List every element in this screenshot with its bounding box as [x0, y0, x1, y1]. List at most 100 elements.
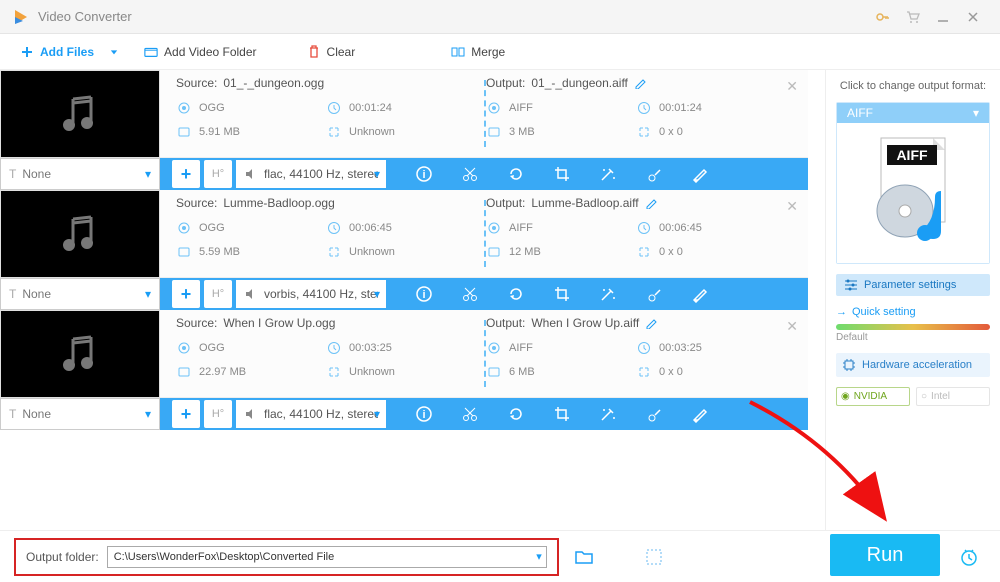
edit-icon[interactable] — [645, 317, 657, 329]
close-button[interactable] — [958, 5, 988, 29]
intel-icon: ○ — [921, 391, 927, 402]
out-format: AIFF — [509, 222, 533, 234]
quick-label: Quick setting — [852, 306, 916, 318]
hardsub-button[interactable]: H° — [204, 160, 232, 188]
add-subtitle-button[interactable]: + — [172, 280, 200, 308]
subtitle-value: None — [22, 407, 51, 421]
hardsub-button[interactable]: H° — [204, 400, 232, 428]
row-action-bar: TNone▾ +H°flac, 44100 Hz, stereo▾ i — [0, 398, 808, 430]
out-duration: 00:06:45 — [659, 222, 702, 234]
clock-icon — [636, 100, 652, 116]
row-action-bar: TNone▾ +H°vorbis, 44100 Hz, stereo▾ i — [0, 278, 808, 310]
resolution-icon — [326, 244, 342, 260]
hardsub-button[interactable]: H° — [204, 280, 232, 308]
cut-tool-icon[interactable] — [456, 280, 484, 308]
audio-track-select[interactable]: flac, 44100 Hz, stereo▾ — [236, 400, 386, 428]
add-files-button[interactable]: Add Files — [10, 41, 104, 63]
remove-row-button[interactable]: ✕ — [786, 318, 798, 335]
info-tool-icon[interactable]: i — [410, 400, 438, 428]
resolution-icon — [636, 364, 652, 380]
output-folder-select[interactable]: C:\Users\WonderFox\Desktop\Converted Fil… — [107, 546, 547, 568]
source-prefix: Source: — [176, 76, 217, 90]
row-action-bar: TNone▾ + H° flac, 44100 Hz, stereo▾ i — [0, 158, 808, 190]
watermark-tool-icon[interactable] — [640, 280, 668, 308]
rotate-tool-icon[interactable] — [502, 400, 530, 428]
edit-icon[interactable] — [645, 197, 657, 209]
quality-slider[interactable] — [836, 324, 990, 330]
subtitle-select[interactable]: TNone▾ — [0, 278, 160, 310]
watermark-tool-icon[interactable] — [640, 160, 668, 188]
thumbnail[interactable] — [0, 310, 160, 398]
text-icon: T — [9, 407, 16, 421]
clear-button[interactable]: Clear — [297, 41, 366, 63]
add-subtitle-button[interactable]: + — [172, 400, 200, 428]
main-toolbar: Add Files Add Video Folder Clear Merge — [0, 34, 1000, 70]
plus-icon — [20, 45, 34, 59]
src-resolution: Unknown — [349, 366, 395, 378]
cut-tool-icon[interactable] — [456, 160, 484, 188]
crop-tool-icon[interactable] — [548, 400, 576, 428]
chevron-down-icon: ▾ — [536, 550, 542, 563]
output-folder-label: Output folder: — [26, 550, 99, 564]
source-filename: When I Grow Up.ogg — [223, 316, 335, 330]
size-icon — [176, 244, 192, 260]
effects-tool-icon[interactable] — [594, 400, 622, 428]
subtitle-select[interactable]: TNone▾ — [0, 158, 160, 190]
watermark-tool-icon[interactable] — [640, 400, 668, 428]
key-icon[interactable] — [868, 5, 898, 29]
divider — [484, 200, 486, 267]
edit-tool-icon[interactable] — [686, 280, 714, 308]
remove-row-button[interactable]: ✕ — [786, 198, 798, 215]
schedule-button[interactable] — [954, 542, 984, 572]
parameter-settings-button[interactable]: Parameter settings — [836, 274, 990, 296]
effects-tool-icon[interactable] — [594, 160, 622, 188]
info-tool-icon[interactable]: i — [410, 160, 438, 188]
output-filename: When I Grow Up.aiff — [531, 316, 639, 330]
speaker-icon — [244, 167, 258, 181]
thumbnail[interactable] — [0, 190, 160, 278]
cart-icon[interactable] — [898, 5, 928, 29]
remove-row-button[interactable]: ✕ — [786, 78, 798, 95]
edit-icon[interactable] — [634, 77, 646, 89]
add-folder-button[interactable]: Add Video Folder — [134, 41, 267, 63]
subtitle-value: None — [22, 167, 51, 181]
clock-icon — [326, 340, 342, 356]
add-subtitle-button[interactable]: + — [172, 160, 200, 188]
nvidia-icon: ◉ — [841, 391, 850, 402]
open-folder-button[interactable] — [569, 542, 599, 572]
clock-icon — [636, 340, 652, 356]
thumbnail[interactable] — [0, 70, 160, 158]
effects-tool-icon[interactable] — [594, 280, 622, 308]
merge-button[interactable]: Merge — [441, 41, 515, 63]
clock-icon — [326, 100, 342, 116]
rotate-tool-icon[interactable] — [502, 160, 530, 188]
edit-tool-icon[interactable] — [686, 400, 714, 428]
output-prefix: Output: — [486, 316, 525, 330]
crop-tool-icon[interactable] — [548, 280, 576, 308]
film-icon-button[interactable] — [639, 542, 669, 572]
out-resolution: 0 x 0 — [659, 366, 683, 378]
out-resolution: 0 x 0 — [659, 246, 683, 258]
output-filename: 01_-_dungeon.aiff — [531, 76, 628, 90]
format-preview: AIFF — [837, 123, 989, 263]
divider — [484, 320, 486, 387]
src-format: OGG — [199, 222, 225, 234]
subtitle-select[interactable]: TNone▾ — [0, 398, 160, 430]
edit-tool-icon[interactable] — [686, 160, 714, 188]
hardware-accel-toggle[interactable]: Hardware acceleration — [836, 353, 990, 377]
minimize-button[interactable] — [928, 5, 958, 29]
svg-text:AIFF: AIFF — [896, 147, 928, 163]
svg-text:i: i — [422, 169, 425, 181]
run-button[interactable]: Run — [830, 534, 940, 576]
format-card[interactable]: AIFF▾ AIFF — [836, 102, 990, 264]
hw-label: Hardware acceleration — [862, 359, 972, 371]
crop-tool-icon[interactable] — [548, 160, 576, 188]
info-tool-icon[interactable]: i — [410, 280, 438, 308]
add-files-label: Add Files — [40, 45, 94, 59]
dropdown-caret-icon[interactable] — [110, 48, 118, 56]
text-icon: T — [9, 167, 16, 181]
rotate-tool-icon[interactable] — [502, 280, 530, 308]
audio-track-select[interactable]: vorbis, 44100 Hz, stereo▾ — [236, 280, 386, 308]
audio-track-select[interactable]: flac, 44100 Hz, stereo▾ — [236, 160, 386, 188]
cut-tool-icon[interactable] — [456, 400, 484, 428]
